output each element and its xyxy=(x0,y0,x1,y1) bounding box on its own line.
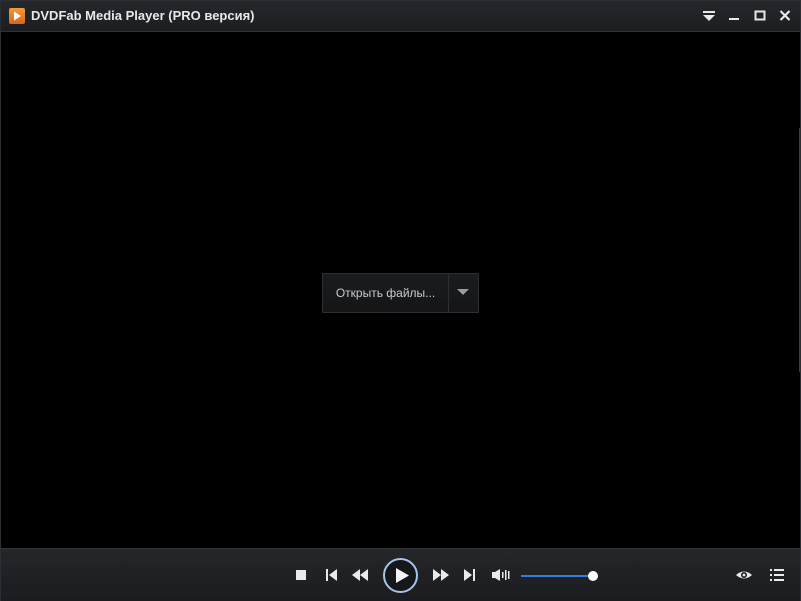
previous-button[interactable] xyxy=(323,567,339,583)
minimize-icon xyxy=(729,18,739,20)
stop-icon xyxy=(296,570,306,580)
open-files-button[interactable]: Открыть файлы... xyxy=(323,274,448,312)
volume-level-fill xyxy=(521,575,593,577)
title-menu-button[interactable] xyxy=(698,6,720,26)
skip-previous-icon xyxy=(326,569,337,581)
playback-controls xyxy=(1,548,800,601)
view-button[interactable] xyxy=(735,567,753,583)
stop-button[interactable] xyxy=(294,568,308,582)
speaker-icon xyxy=(492,569,510,581)
skip-next-icon xyxy=(464,569,475,581)
play-icon xyxy=(383,558,418,593)
playlist-button[interactable] xyxy=(768,567,786,583)
menu-dropdown-icon xyxy=(703,11,715,21)
minimize-button[interactable] xyxy=(723,6,745,26)
volume-slider[interactable] xyxy=(521,571,598,581)
maximize-icon xyxy=(754,10,766,21)
rewind-button[interactable] xyxy=(350,567,370,583)
volume-button[interactable] xyxy=(491,567,511,583)
resize-edge xyxy=(799,128,800,372)
play-button[interactable] xyxy=(382,557,419,594)
app-logo-icon xyxy=(9,8,25,24)
next-button[interactable] xyxy=(462,567,478,583)
playlist-icon xyxy=(770,569,784,581)
chevron-down-icon xyxy=(457,289,469,295)
fast-forward-button[interactable] xyxy=(431,567,451,583)
video-area[interactable]: Открыть файлы... xyxy=(1,32,800,547)
rewind-icon xyxy=(352,569,368,581)
close-icon xyxy=(779,10,791,21)
close-button[interactable] xyxy=(774,6,796,26)
open-files-split-button[interactable]: Открыть файлы... xyxy=(322,273,479,313)
volume-slider-thumb[interactable] xyxy=(588,571,598,581)
player-window: DVDFab Media Player (PRO версия) Открыть… xyxy=(0,0,801,601)
window-title: DVDFab Media Player (PRO версия) xyxy=(31,8,255,23)
eye-icon xyxy=(736,571,752,579)
title-bar[interactable]: DVDFab Media Player (PRO версия) xyxy=(1,1,800,32)
open-files-dropdown-button[interactable] xyxy=(449,274,478,312)
fast-forward-icon xyxy=(433,569,449,581)
maximize-button[interactable] xyxy=(749,6,771,26)
